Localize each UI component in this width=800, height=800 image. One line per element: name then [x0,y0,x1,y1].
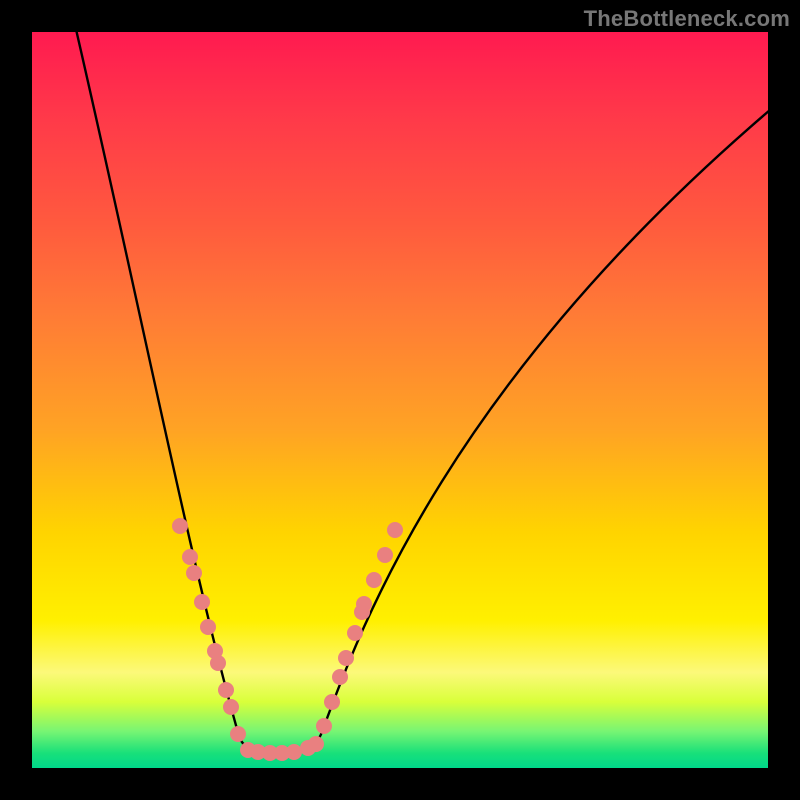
scatter-dot [387,522,403,538]
scatter-dot [186,565,202,581]
plot-area [32,32,768,768]
scatter-dot [347,625,363,641]
watermark-text: TheBottleneck.com [584,6,790,32]
scatter-dot [356,596,372,612]
scatter-dot [324,694,340,710]
scatter-dot [316,718,332,734]
scatter-dot [210,655,226,671]
scatter-dot [223,699,239,715]
scatter-dot [338,650,354,666]
chart-frame: TheBottleneck.com [0,0,800,800]
scatter-dot [286,744,302,760]
scatter-dot [194,594,210,610]
scatter-dot [366,572,382,588]
scatter-dot [230,726,246,742]
scatter-dot [377,547,393,563]
bottleneck-curve [72,32,768,752]
chart-svg [32,32,768,768]
scatter-dot [218,682,234,698]
scatter-dot [200,619,216,635]
scatter-dot [332,669,348,685]
scatter-dot [308,736,324,752]
scatter-dot [172,518,188,534]
scatter-dots [172,518,403,761]
scatter-dot [182,549,198,565]
